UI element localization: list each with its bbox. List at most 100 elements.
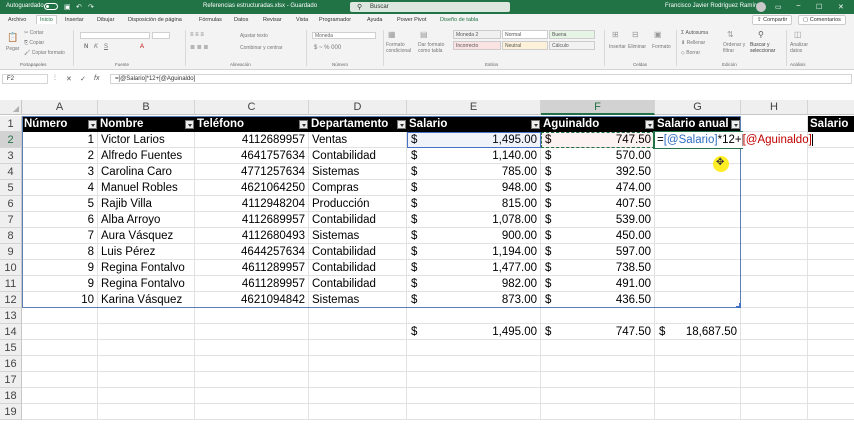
currency-format-icon[interactable]: $ ~ % 000: [314, 45, 341, 51]
cell-edit-formula[interactable]: =[@Salario]*12+[@Aguinaldo]: [655, 132, 813, 148]
departamento-cell[interactable]: Producción: [309, 196, 407, 212]
tab-dibujar[interactable]: Dibujar: [97, 17, 114, 23]
salario-cell[interactable]: $815.00: [407, 196, 541, 212]
format-table-button[interactable]: Dar formato como tabla: [418, 42, 450, 54]
insert-cells-button[interactable]: Insertar: [609, 44, 626, 50]
telefono-cell[interactable]: 4611289957: [195, 260, 309, 276]
nombre-cell[interactable]: Victor Larios: [98, 132, 195, 148]
tab-power-pivot[interactable]: Power Pivot: [397, 17, 426, 23]
nombre-cell[interactable]: Luis Pérez: [98, 244, 195, 260]
cancel-icon[interactable]: ✕: [66, 75, 72, 83]
insert-cells-icon[interactable]: ⊞: [612, 30, 619, 39]
departamento-cell[interactable]: Ventas: [309, 132, 407, 148]
telefono-cell[interactable]: 4621094842: [195, 292, 309, 308]
column-header-i[interactable]: [808, 100, 854, 115]
telefono-cell[interactable]: 4112680493: [195, 228, 309, 244]
salario-cell[interactable]: $1,477.00: [407, 260, 541, 276]
row-header-9[interactable]: 9: [0, 244, 22, 260]
departamento-cell[interactable]: Sistemas: [309, 228, 407, 244]
row-header-15[interactable]: 15: [0, 340, 22, 356]
align-top-icon[interactable]: ≡ ≡ ≡: [190, 32, 204, 38]
sort-filter-button[interactable]: Ordenar y filtrar: [723, 42, 749, 54]
row-header-13[interactable]: 13: [0, 308, 22, 324]
tab-archivo[interactable]: Archivo: [8, 17, 26, 23]
header-aguinaldo[interactable]: Aguinaldo: [541, 116, 655, 132]
filter-dropdown-icon[interactable]: [731, 120, 740, 129]
autosum-button[interactable]: Σ Autosuma: [681, 30, 708, 36]
row-header-14[interactable]: 14: [0, 324, 22, 340]
numero-cell[interactable]: 4: [22, 180, 98, 196]
telefono-cell[interactable]: 4641757634: [195, 148, 309, 164]
cond-format-button[interactable]: Formato condicional: [386, 42, 416, 54]
nombre-cell[interactable]: Aura Vásquez: [98, 228, 195, 244]
number-format-select[interactable]: Moneda: [312, 32, 376, 39]
cond-format-icon[interactable]: ▦: [388, 30, 396, 39]
row-header-6[interactable]: 6: [0, 196, 22, 212]
font-size-select[interactable]: [152, 32, 170, 39]
row-header-12[interactable]: 12: [0, 292, 22, 308]
row-header-8[interactable]: 8: [0, 228, 22, 244]
salario-cell[interactable]: $1,140.00: [407, 148, 541, 164]
header-numero[interactable]: Número: [22, 116, 98, 132]
maximize-icon[interactable]: ☐: [816, 3, 822, 11]
column-header-g[interactable]: G: [655, 100, 741, 115]
select-all-corner[interactable]: [0, 100, 22, 115]
filter-dropdown-icon[interactable]: [531, 120, 540, 129]
row-header-1[interactable]: 1: [0, 116, 22, 132]
row-header-19[interactable]: 19: [0, 404, 22, 420]
numero-cell[interactable]: 1: [22, 132, 98, 148]
tab-formulas[interactable]: Fórmulas: [199, 17, 222, 23]
sort-filter-icon[interactable]: ⇅: [727, 30, 734, 39]
merge-center-button[interactable]: Combinar y centrar: [240, 45, 283, 51]
row-header-16[interactable]: 16: [0, 356, 22, 372]
salario-cell[interactable]: $1,495.00: [407, 132, 541, 148]
undo-icon[interactable]: ↶: [76, 3, 82, 11]
style-normal[interactable]: Normal: [502, 30, 548, 39]
save-icon[interactable]: ▣: [64, 3, 71, 11]
row-header-10[interactable]: 10: [0, 260, 22, 276]
function-icon[interactable]: fx: [94, 75, 99, 82]
column-header-e[interactable]: E: [407, 100, 541, 115]
tab-disposicion[interactable]: Disposición de página: [128, 17, 182, 23]
row-header-18[interactable]: 18: [0, 388, 22, 404]
tab-datos[interactable]: Datos: [234, 17, 248, 23]
ribbon-display-icon[interactable]: ▭: [775, 3, 782, 11]
salario-cell[interactable]: $948.00: [407, 180, 541, 196]
style-calculo[interactable]: Cálculo: [549, 41, 595, 50]
wrap-text-button[interactable]: Ajustar texto: [240, 33, 268, 39]
tab-diseno-tabla[interactable]: Diseño de tabla: [440, 17, 478, 23]
aguinaldo-cell[interactable]: $747.50: [541, 132, 655, 148]
close-icon[interactable]: ✕: [838, 3, 844, 11]
delete-cells-icon[interactable]: ⊟: [632, 30, 639, 39]
salario-cell[interactable]: $1,078.00: [407, 212, 541, 228]
format-cells-icon[interactable]: ▣: [654, 30, 662, 39]
paste-icon[interactable]: 📋: [7, 32, 18, 43]
avatar[interactable]: [756, 2, 766, 12]
aguinaldo-cell[interactable]: $539.00: [541, 212, 655, 228]
aguinaldo-cell[interactable]: $491.00: [541, 276, 655, 292]
style-buena[interactable]: Buena: [549, 30, 595, 39]
column-header-h[interactable]: H: [741, 100, 808, 115]
departamento-cell[interactable]: Sistemas: [309, 292, 407, 308]
aguinaldo-cell[interactable]: $392.50: [541, 164, 655, 180]
row-header-7[interactable]: 7: [0, 212, 22, 228]
format-painter-button[interactable]: 🖌 Copiar formato: [24, 50, 65, 56]
aguinaldo-cell[interactable]: $436.50: [541, 292, 655, 308]
header-telefono[interactable]: Teléfono: [195, 116, 309, 132]
aguinaldo-cell[interactable]: $474.00: [541, 180, 655, 196]
cut-button[interactable]: ✂ Cortar: [24, 30, 44, 36]
row-header-4[interactable]: 4: [0, 164, 22, 180]
column-header-c[interactable]: C: [195, 100, 309, 115]
total-salario-cell[interactable]: $1,495.00: [407, 324, 541, 340]
numero-cell[interactable]: 7: [22, 228, 98, 244]
telefono-cell[interactable]: 4644257634: [195, 244, 309, 260]
nombre-cell[interactable]: Regina Fontalvo: [98, 260, 195, 276]
departamento-cell[interactable]: Compras: [309, 180, 407, 196]
filter-dropdown-icon[interactable]: [397, 120, 406, 129]
telefono-cell[interactable]: 4771257634: [195, 164, 309, 180]
style-incorrecto[interactable]: Incorrecto: [453, 41, 501, 50]
format-cells-button[interactable]: Formato: [652, 44, 671, 50]
header-departamento[interactable]: Departamento: [309, 116, 407, 132]
bold-icon[interactable]: N: [84, 44, 88, 50]
copy-button[interactable]: ⎘ Copiar: [24, 40, 44, 46]
